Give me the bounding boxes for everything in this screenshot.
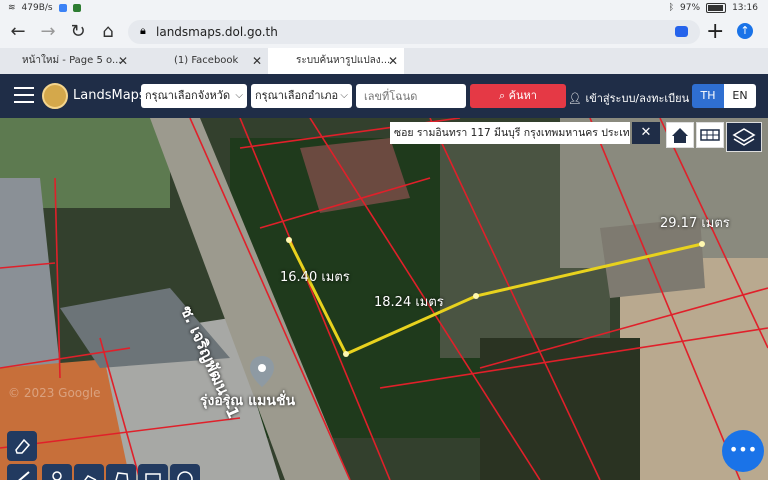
home-map-button[interactable] [666, 122, 694, 148]
url-text: landsmaps.dol.go.th [156, 25, 278, 39]
close-icon[interactable]: ✕ [388, 48, 398, 74]
tab-label: ระบบค้นหารูปแปลง... [296, 55, 391, 66]
app-header: LandsMaps กรุณาเลือกจังหวัด ⌵ กรุณาเลือก… [0, 74, 768, 118]
more-options-button[interactable]: ••• [722, 430, 764, 472]
address-result: ซอย รามอินทรา 117 มีนบุรี กรุงเทพมหานคร … [390, 122, 630, 144]
login-link[interactable]: 👤︎ เข้าสู่ระบบ/ลงทะเบียน [568, 89, 689, 107]
measurement-label-3: 29.17 เมตร [660, 216, 730, 231]
extension-icon[interactable] [675, 26, 688, 37]
district-select[interactable]: กรุณาเลือกอำเภอ ⌵ [251, 84, 352, 108]
wifi-icon: ≋ [8, 3, 16, 13]
marker-icon [52, 471, 62, 480]
line-tool-button[interactable] [74, 464, 104, 480]
lang-en-button[interactable]: EN [724, 84, 756, 108]
map-view[interactable]: 16.40 เมตร 18.24 เมตร 29.17 เมตร ซ. เจริ… [0, 118, 768, 480]
close-icon[interactable]: ✕ [118, 48, 128, 74]
reload-icon[interactable]: ↻ [66, 20, 90, 44]
bluetooth-icon: ᛒ [668, 3, 675, 13]
place-label: รุ่งอรุณ แมนชั่น [200, 393, 296, 409]
more-dots-icon: ••• [728, 440, 758, 459]
rectangle-icon [145, 473, 161, 480]
house-icon [672, 128, 688, 143]
upload-icon[interactable]: ↑ [737, 23, 753, 39]
new-tab-icon[interactable]: + [706, 19, 724, 44]
district-select-label: กรุณาเลือกอำเภอ [255, 89, 339, 102]
lang-th-button[interactable]: TH [692, 84, 724, 108]
back-icon[interactable]: ← [6, 20, 30, 44]
polygon-tool-button[interactable] [106, 464, 136, 480]
brand-name: LandsMaps [73, 88, 146, 103]
grid-map-button[interactable] [696, 122, 724, 148]
close-icon[interactable]: ✕ [252, 48, 262, 74]
ruler-icon [18, 471, 30, 480]
menu-icon[interactable] [14, 87, 34, 103]
tab-landsmaps[interactable]: ระบบค้นหารูปแปลง... ✕ [268, 48, 404, 74]
user-lock-icon: 👤︎ [568, 92, 582, 105]
tab-label: หน้าใหม่ - Page 5 o... [22, 55, 122, 66]
lock-icon: 🔒︎ [140, 24, 146, 37]
circle-tool-button[interactable] [170, 464, 200, 480]
login-label: เข้าสู่ระบบ/ลงทะเบียน [585, 92, 690, 105]
forward-icon[interactable]: → [36, 20, 60, 44]
grid-icon [700, 129, 720, 141]
tab-strip: หน้าใหม่ - Page 5 o... ✕ (1) Facebook ✕ … [0, 48, 768, 74]
app-notification-icon-2 [72, 4, 81, 12]
browser-toolbar: ← → ↻ ⌂ 🔒︎ landsmaps.dol.go.th + ↑ [0, 17, 768, 48]
tab-facebook[interactable]: (1) Facebook ✕ [134, 48, 268, 74]
home-icon[interactable]: ⌂ [96, 20, 120, 44]
layers-icon [732, 128, 756, 146]
province-select[interactable]: กรุณาเลือกจังหวัด ⌵ [141, 84, 247, 108]
battery-icon [706, 3, 727, 13]
address-bar[interactable]: 🔒︎ landsmaps.dol.go.th [128, 20, 700, 44]
chevron-down-icon: ⌵ [235, 90, 243, 101]
polygon-icon [115, 472, 129, 480]
eraser-icon [15, 438, 31, 454]
network-speed: 479B/s [21, 3, 53, 13]
chevron-down-icon: ⌵ [340, 90, 348, 101]
province-select-label: กรุณาเลือกจังหวัด [145, 89, 231, 102]
ruler-tool-button[interactable] [7, 464, 37, 480]
deed-number-input[interactable] [356, 84, 466, 108]
pin-tool-button[interactable] [42, 464, 72, 480]
circle-icon [177, 471, 193, 480]
measurement-label-1: 16.40 เมตร [280, 270, 350, 285]
dol-logo [42, 83, 68, 109]
polyline-icon [84, 475, 97, 480]
search-button[interactable]: ⌕ ค้นหา [470, 84, 566, 108]
eraser-tool-button[interactable] [7, 431, 37, 461]
search-button-label: ค้นหา [508, 89, 537, 102]
app-notification-icon [58, 4, 67, 12]
close-address-icon[interactable]: ✕ [632, 122, 660, 144]
rectangle-tool-button[interactable] [138, 464, 168, 480]
status-bar: ≋ 479B/s ᛒ 97% 13:16 [0, 0, 768, 17]
tab-label: (1) Facebook [174, 55, 239, 66]
map-watermark: © 2023 Google [8, 386, 101, 400]
measurement-label-2: 18.24 เมตร [374, 295, 444, 310]
clock: 13:16 [732, 3, 758, 13]
layers-button[interactable] [726, 122, 762, 152]
tab-new-page[interactable]: หน้าใหม่ - Page 5 o... ✕ [0, 48, 134, 74]
battery-level: 97% [680, 3, 701, 13]
search-icon: ⌕ [499, 89, 506, 102]
